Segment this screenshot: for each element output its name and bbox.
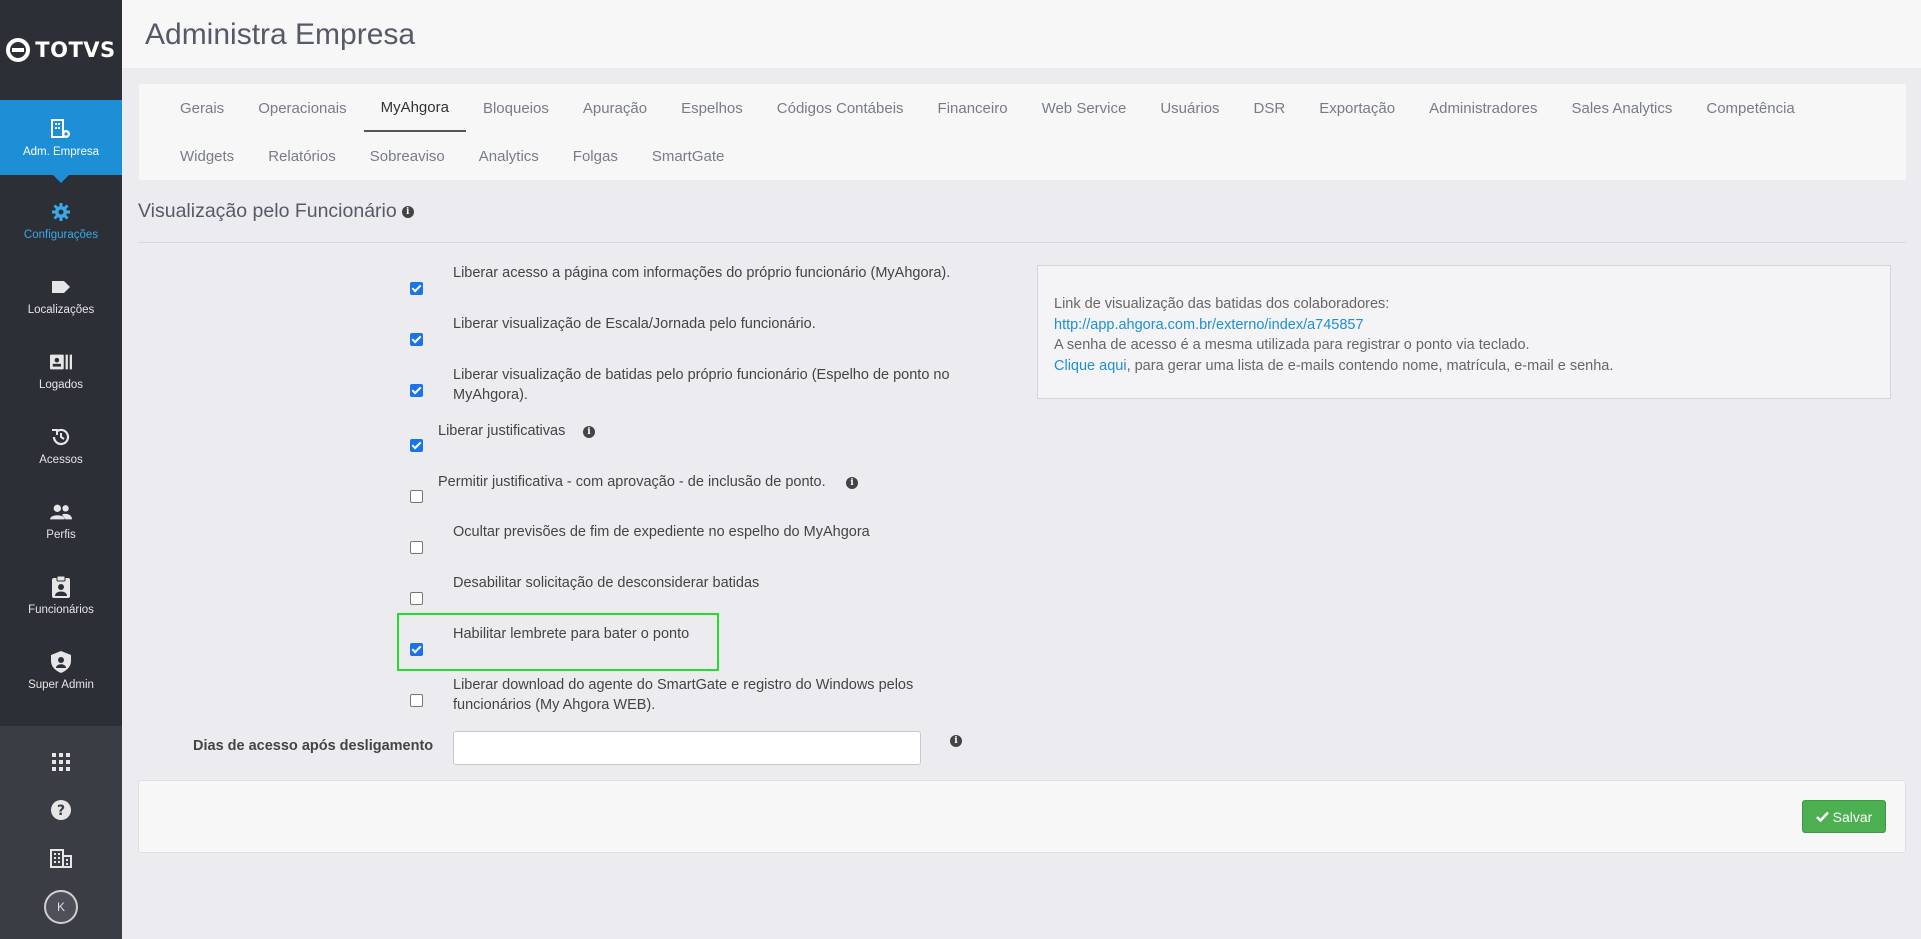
section-title: Visualização pelo Funcionário i: [138, 200, 414, 223]
sidebar-item-label: Logados: [38, 378, 84, 391]
check-icon: [1815, 809, 1829, 825]
external-link[interactable]: http://app.ahgora.com.br/externo/index/a…: [1054, 317, 1364, 333]
shield-user-icon: [50, 650, 72, 673]
tab-exportacao[interactable]: Exportação: [1302, 84, 1412, 132]
option-label: Permitir justificativa - com aprovação -…: [438, 474, 826, 490]
tab-widgets[interactable]: Widgets: [163, 132, 251, 180]
tab-row-2: Widgets Relatórios Sobreaviso Analytics …: [163, 132, 741, 180]
brand-name: TOTVS: [35, 38, 116, 62]
option-checkbox[interactable]: [410, 490, 423, 503]
option-checkbox[interactable]: [410, 694, 423, 707]
tab-usuarios[interactable]: Usuários: [1143, 84, 1236, 132]
tab-competencia[interactable]: Competência: [1689, 84, 1811, 132]
option-label: Liberar visualização de batidas pelo pró…: [453, 367, 950, 383]
building-icon[interactable]: [49, 846, 73, 870]
highlight-box: [397, 613, 719, 671]
tab-sales-analytics[interactable]: Sales Analytics: [1554, 84, 1689, 132]
sidebar-item-label: Configurações: [23, 228, 99, 241]
footer-panel: [138, 780, 1906, 853]
option-label: Liberar visualização de Escala/Jornada p…: [453, 316, 816, 332]
tabs-panel: Gerais Operacionais MyAhgora Bloqueios A…: [139, 84, 1906, 180]
grid-icon[interactable]: [49, 750, 73, 774]
sidebar-item-logados[interactable]: Logados: [0, 333, 122, 408]
tab-row-1: Gerais Operacionais MyAhgora Bloqueios A…: [163, 84, 1812, 132]
option-checkbox[interactable]: [410, 384, 423, 397]
sidebar-item-label: Adm. Empresa: [22, 145, 100, 158]
clipboard-user-icon: [50, 575, 72, 598]
tab-financeiro[interactable]: Financeiro: [921, 84, 1025, 132]
tab-analytics[interactable]: Analytics: [462, 132, 556, 180]
tab-gerais[interactable]: Gerais: [163, 84, 241, 132]
svg-text:?: ?: [57, 803, 65, 819]
sidebar-item-localizacoes[interactable]: Localizações: [0, 258, 122, 333]
tab-apuracao[interactable]: Apuração: [566, 84, 664, 132]
sidebar-item-label: Localizações: [27, 303, 95, 316]
option-checkbox[interactable]: [410, 541, 423, 554]
gear-icon: [50, 201, 72, 223]
tab-web-service[interactable]: Web Service: [1025, 84, 1144, 132]
access-days-input[interactable]: [453, 731, 921, 765]
tab-bloqueios[interactable]: Bloqueios: [466, 84, 566, 132]
question-circle-icon[interactable]: ?: [49, 798, 73, 822]
tab-operacionais[interactable]: Operacionais: [241, 84, 363, 132]
info-panel-text: , para gerar uma lista de e-mails conten…: [1126, 357, 1614, 374]
option-label: Desabilitar solicitação de desconsiderar…: [453, 575, 760, 591]
section-divider: [138, 242, 1906, 243]
sidebar-item-label: Perfis: [46, 528, 76, 541]
info-icon[interactable]: i: [846, 477, 858, 489]
tab-myahgora[interactable]: MyAhgora: [363, 84, 466, 132]
tab-relatorios[interactable]: Relatórios: [251, 132, 353, 180]
save-button[interactable]: Salvar: [1802, 800, 1886, 833]
totvs-logo-icon: [6, 38, 31, 62]
users-icon: [50, 501, 72, 523]
option-checkbox[interactable]: [410, 592, 423, 605]
info-icon[interactable]: i: [583, 426, 595, 438]
sidebar-item-label: Acessos: [39, 453, 83, 466]
sidebar-item-label: Super Admin: [28, 678, 94, 691]
tab-folgas[interactable]: Folgas: [556, 132, 635, 180]
tab-administradores[interactable]: Administradores: [1412, 84, 1554, 132]
info-panel-text: A senha de acesso é a mesma utilizada pa…: [1054, 337, 1530, 353]
option-label: Ocultar previsões de fim de expediente n…: [453, 524, 870, 540]
tab-sobreaviso[interactable]: Sobreaviso: [353, 132, 462, 180]
option-checkbox[interactable]: [410, 439, 423, 452]
history-icon: [50, 426, 72, 448]
id-card-icon: [50, 351, 72, 373]
section-title-text: Visualização pelo Funcionário: [138, 200, 397, 222]
avatar[interactable]: K: [44, 890, 78, 924]
page-title: Administra Empresa: [145, 18, 416, 51]
info-icon[interactable]: i: [950, 735, 962, 747]
tag-icon: [50, 276, 72, 298]
totvs-logo[interactable]: TOTVS: [0, 0, 122, 100]
option-label: Liberar justificativas: [438, 423, 566, 439]
save-label: Salvar: [1832, 808, 1873, 825]
sidebar-item-super-admin[interactable]: Super Admin: [0, 633, 122, 708]
generate-emails-link[interactable]: Clique aqui: [1054, 358, 1127, 374]
option-label: Liberar acesso a página com informações …: [453, 265, 951, 281]
option-label-line2: MyAhgora).: [453, 387, 528, 403]
sidebar-item-configuracoes[interactable]: Configurações: [0, 183, 122, 258]
tab-codigos-contabeis[interactable]: Códigos Contábeis: [760, 84, 921, 132]
info-panel-text: Link de visualização das batidas dos col…: [1054, 296, 1390, 312]
sidebar-item-label: Funcionários: [28, 603, 94, 616]
building-gear-icon: [50, 118, 72, 140]
info-panel: Link de visualização das batidas dos col…: [1037, 265, 1891, 399]
sidebar-item-perfis[interactable]: Perfis: [0, 483, 122, 558]
tab-dsr[interactable]: DSR: [1237, 84, 1303, 132]
info-icon[interactable]: i: [401, 205, 414, 218]
option-label-line2: funcionários (My Ahgora WEB).: [453, 697, 656, 713]
sidebar-item-adm-empresa[interactable]: Adm. Empresa: [0, 100, 122, 183]
tab-espelhos[interactable]: Espelhos: [664, 84, 760, 132]
option-checkbox[interactable]: [410, 282, 423, 295]
option-label: Liberar download do agente do SmartGate …: [453, 677, 914, 693]
page-header: Administra Empresa: [122, 0, 1921, 68]
sidebar-item-acessos[interactable]: Acessos: [0, 408, 122, 483]
tab-smartgate[interactable]: SmartGate: [635, 132, 742, 180]
access-days-label: Dias de acesso após desligamento: [193, 738, 434, 754]
sidebar-item-funcionarios[interactable]: Funcionários: [0, 558, 122, 633]
option-checkbox[interactable]: [410, 333, 423, 346]
sidebar: TOTVS Adm. Empresa Configurações Localiz…: [0, 0, 122, 939]
